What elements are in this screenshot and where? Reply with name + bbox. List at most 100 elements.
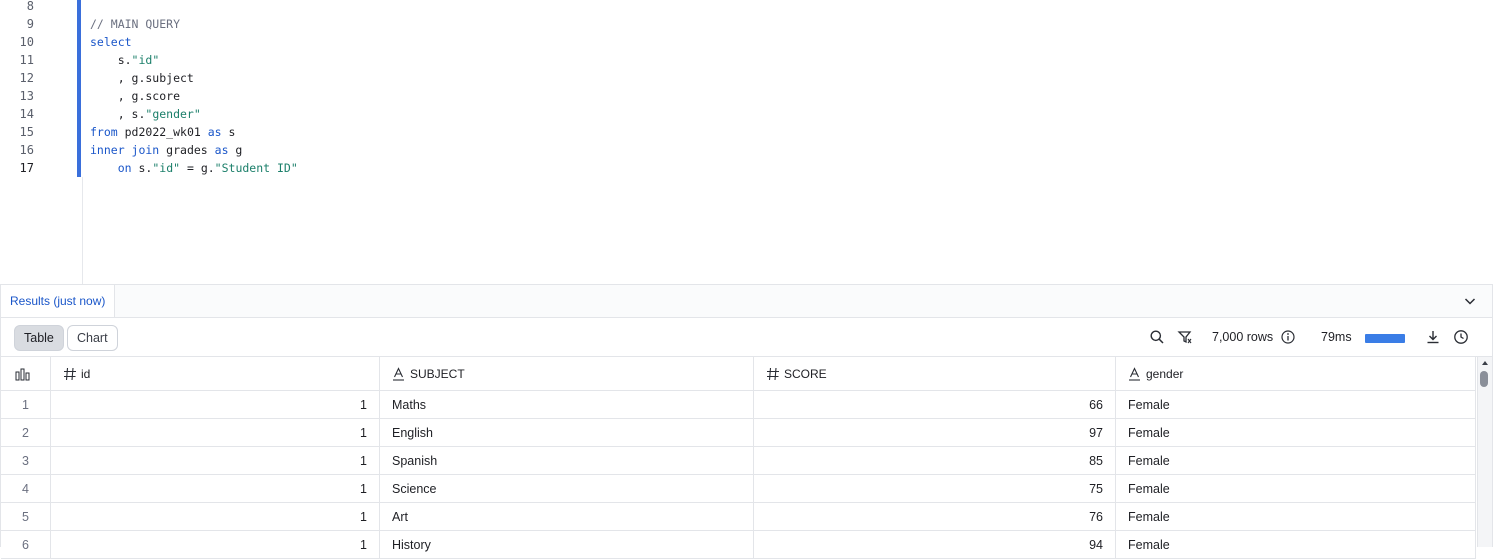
table-cell[interactable]: 1 bbox=[51, 391, 380, 419]
table-cell[interactable]: 75 bbox=[754, 475, 1116, 503]
table-cell[interactable]: Female bbox=[1116, 419, 1476, 447]
table-cell[interactable]: Female bbox=[1116, 503, 1476, 531]
tab-results[interactable]: Results (just now) bbox=[1, 285, 116, 317]
gutter-separator bbox=[82, 177, 83, 284]
code-token: pd2022_wk01 bbox=[117, 125, 208, 139]
table-row[interactable]: 5 1 Art 76 Female bbox=[1, 503, 1476, 531]
row-count: 7,000 rows bbox=[1212, 330, 1274, 344]
code-line[interactable]: s."id" bbox=[90, 51, 160, 69]
history-clock-icon[interactable] bbox=[1453, 329, 1469, 345]
code-token: "id" bbox=[152, 161, 181, 175]
table-cell[interactable]: 1 bbox=[51, 531, 380, 559]
table-row[interactable]: 3 1 Spanish 85 Female bbox=[1, 447, 1476, 475]
sql-editor[interactable]: 8 9 10 11 12 13 14 15 16 17 // MAIN QUERY select s… bbox=[0, 0, 1493, 284]
line-number: 13 bbox=[19, 89, 34, 103]
table-cell[interactable]: Female bbox=[1116, 447, 1476, 475]
table-cell[interactable]: 76 bbox=[754, 503, 1116, 531]
text-type-icon bbox=[393, 367, 404, 381]
table-cell[interactable]: 85 bbox=[754, 447, 1116, 475]
query-duration: 79ms bbox=[1321, 330, 1352, 344]
number-type-icon bbox=[767, 367, 779, 381]
download-icon[interactable] bbox=[1425, 329, 1441, 345]
row-index-cell: 6 bbox=[1, 531, 51, 559]
column-header-label: SUBJECT bbox=[410, 367, 465, 381]
code-token: inner join bbox=[90, 143, 160, 157]
table-row[interactable]: 4 1 Science 75 Female bbox=[1, 475, 1476, 503]
row-index-cell: 2 bbox=[1, 419, 51, 447]
table-cell[interactable]: History bbox=[380, 531, 754, 559]
code-token: , s. bbox=[90, 107, 146, 121]
info-icon[interactable] bbox=[1280, 329, 1296, 345]
column-header-gender[interactable]: gender bbox=[1116, 357, 1476, 391]
table-cell[interactable]: Female bbox=[1116, 391, 1476, 419]
line-number: 8 bbox=[26, 0, 34, 13]
line-gutter: 8 9 10 11 12 13 14 15 16 17 bbox=[0, 0, 78, 284]
table-cell[interactable]: 97 bbox=[754, 419, 1116, 447]
code-token: grades bbox=[159, 143, 215, 157]
collapse-chevron-icon[interactable] bbox=[1462, 293, 1478, 309]
code-token: from bbox=[90, 125, 118, 139]
table-cell[interactable]: Maths bbox=[380, 391, 754, 419]
column-header-id[interactable]: id bbox=[51, 357, 380, 391]
code-token: "gender" bbox=[145, 107, 201, 121]
code-token: // MAIN QUERY bbox=[90, 17, 181, 31]
results-grid: id SUBJECT SCORE gender 1 1 Maths 66 Female 2… bbox=[1, 357, 1492, 559]
table-cell[interactable]: 1 bbox=[51, 447, 380, 475]
line-number: 12 bbox=[19, 71, 34, 85]
code-line[interactable]: // MAIN QUERY bbox=[90, 15, 180, 33]
code-token: "Student ID" bbox=[214, 161, 298, 175]
line-number: 15 bbox=[19, 125, 34, 139]
code-line[interactable]: , s."gender" bbox=[90, 105, 201, 123]
code-token: , g.subject bbox=[90, 71, 194, 85]
code-token: s. bbox=[131, 161, 153, 175]
results-panel: Results (just now) Table Chart 7,000 row… bbox=[0, 284, 1493, 559]
table-cell[interactable]: 66 bbox=[754, 391, 1116, 419]
table-cell[interactable]: Female bbox=[1116, 475, 1476, 503]
line-number: 9 bbox=[26, 17, 34, 31]
code-line[interactable]: , g.subject bbox=[90, 69, 194, 87]
column-header-subject[interactable]: SUBJECT bbox=[380, 357, 754, 391]
query-progress-fill bbox=[1365, 334, 1405, 343]
chart-view-button[interactable]: Chart bbox=[67, 325, 118, 351]
code-line[interactable]: on s."id" = g."Student ID" bbox=[90, 159, 298, 177]
column-header-label: SCORE bbox=[784, 367, 827, 381]
code-line[interactable]: select bbox=[90, 33, 132, 51]
table-cell[interactable]: 1 bbox=[51, 475, 380, 503]
table-row[interactable]: 6 1 History 94 Female bbox=[1, 531, 1476, 559]
column-stats-icon bbox=[15, 368, 30, 381]
code-token: , g.score bbox=[90, 89, 181, 103]
column-stats-toggle[interactable] bbox=[1, 357, 51, 391]
column-header-score[interactable]: SCORE bbox=[754, 357, 1116, 391]
scrollbar-thumb[interactable] bbox=[1480, 371, 1488, 387]
code-token: select bbox=[90, 35, 132, 49]
code-line[interactable]: , g.score bbox=[90, 87, 180, 105]
table-view-button[interactable]: Table bbox=[14, 325, 64, 351]
table-cell[interactable]: Science bbox=[380, 475, 754, 503]
query-progress-bar bbox=[1365, 334, 1405, 343]
row-index-cell: 1 bbox=[1, 391, 51, 419]
code-line[interactable]: from pd2022_wk01 as s bbox=[90, 123, 235, 141]
table-row[interactable]: 2 1 English 97 Female bbox=[1, 419, 1476, 447]
code-token: on bbox=[117, 161, 132, 175]
search-icon[interactable] bbox=[1149, 329, 1165, 345]
vertical-scrollbar[interactable] bbox=[1477, 357, 1492, 547]
table-cell[interactable]: 1 bbox=[51, 503, 380, 531]
code-token: "id" bbox=[131, 53, 160, 67]
table-cell[interactable]: Spanish bbox=[380, 447, 754, 475]
results-toolbar: Table Chart 7,000 rows 79ms bbox=[1, 318, 1492, 357]
code-token: s. bbox=[90, 53, 132, 67]
table-cell[interactable]: 1 bbox=[51, 419, 380, 447]
results-tab-bar: Results (just now) bbox=[1, 285, 1492, 318]
table-cell[interactable]: English bbox=[380, 419, 754, 447]
table-cell[interactable]: Art bbox=[380, 503, 754, 531]
line-number: 11 bbox=[19, 53, 34, 67]
table-cell[interactable]: 94 bbox=[754, 531, 1116, 559]
code-line[interactable]: inner join grades as g bbox=[90, 141, 242, 159]
filter-icon[interactable] bbox=[1177, 329, 1193, 345]
scroll-up-arrow-icon[interactable] bbox=[1482, 361, 1488, 365]
table-row[interactable]: 1 1 Maths 66 Female bbox=[1, 391, 1476, 419]
table-cell[interactable]: Female bbox=[1116, 531, 1476, 559]
text-type-icon bbox=[1129, 367, 1140, 381]
code-token: = g. bbox=[180, 161, 215, 175]
